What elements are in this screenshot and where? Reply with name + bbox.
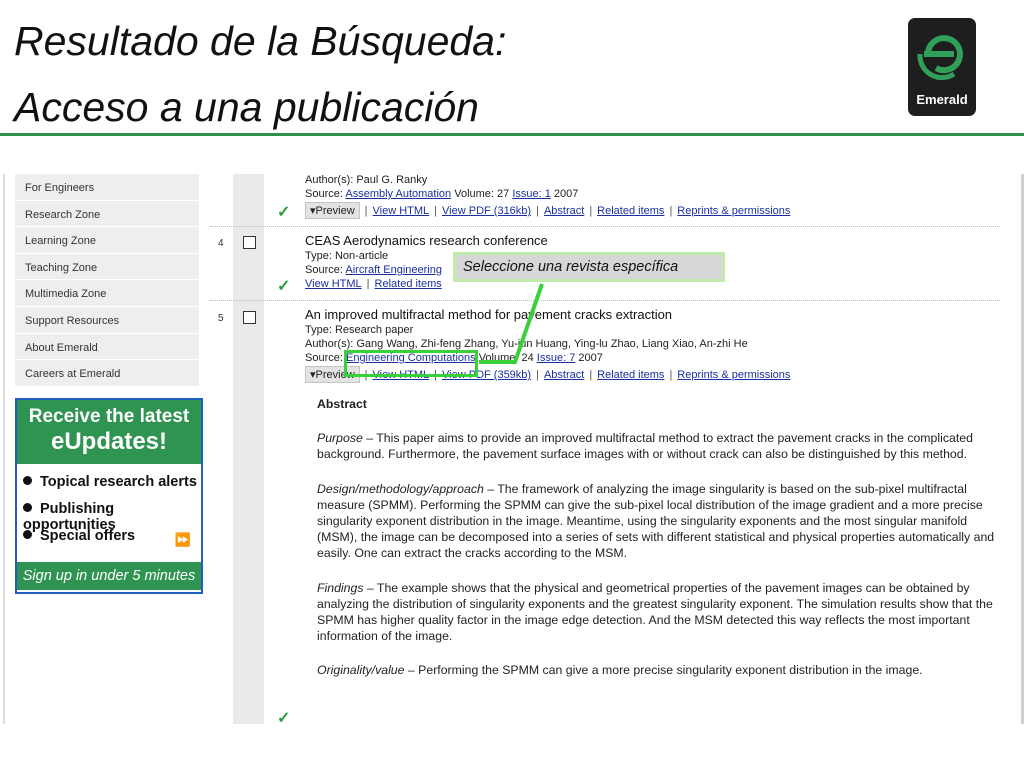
emerald-e-icon: [917, 35, 963, 81]
callout-label: Seleccione una revista específica: [453, 252, 725, 282]
slide-title-line1: Resultado de la Búsqueda:: [14, 18, 507, 64]
screenshot: For Engineers Research Zone Learning Zon…: [3, 174, 1024, 724]
logo-text: Emerald: [916, 92, 968, 107]
journal-highlight-box: [344, 350, 478, 377]
slide-title-line2: Acceso a una publicación: [14, 84, 479, 130]
title-divider: [0, 133, 1024, 136]
emerald-logo: Emerald: [908, 18, 976, 116]
slide: Resultado de la Búsqueda: Acceso a una p…: [0, 0, 1024, 768]
